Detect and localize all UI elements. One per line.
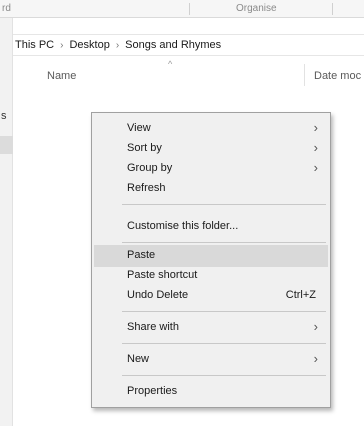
- ribbon-group-fragment: rd: [2, 3, 11, 14]
- address-bar[interactable]: This PC › Desktop › Songs and Rhymes: [13, 34, 364, 56]
- navigation-pane: s: [0, 18, 13, 426]
- menu-item-view[interactable]: View ›: [94, 118, 328, 140]
- menu-separator: [122, 311, 326, 312]
- menu-item-customise-folder[interactable]: Customise this folder...: [94, 216, 328, 238]
- ribbon-divider: [332, 3, 333, 15]
- menu-item-undo-delete[interactable]: Undo Delete Ctrl+Z: [94, 285, 328, 307]
- menu-item-label: Sort by: [127, 142, 162, 154]
- column-header-row: Name ^ Date moc: [13, 58, 364, 88]
- ribbon-divider: [189, 3, 190, 15]
- breadcrumb-chevron-icon[interactable]: ›: [60, 40, 63, 51]
- file-explorer-window: rd Organise s This PC › Desktop › Songs …: [0, 0, 364, 426]
- nav-pane-fragment: s: [1, 110, 7, 122]
- menu-item-group-by[interactable]: Group by ›: [94, 158, 328, 180]
- submenu-arrow-icon: ›: [313, 160, 318, 175]
- menu-item-sort-by[interactable]: Sort by ›: [94, 138, 328, 160]
- menu-item-label: Paste shortcut: [127, 269, 198, 281]
- sort-ascending-icon: ^: [168, 59, 173, 69]
- context-menu: View › Sort by › Group by › Refresh Cust…: [91, 112, 331, 408]
- menu-item-label: Refresh: [127, 182, 166, 194]
- menu-item-label: Customise this folder...: [127, 220, 239, 232]
- submenu-arrow-icon: ›: [313, 120, 318, 135]
- menu-item-share-with[interactable]: Share with ›: [94, 317, 328, 339]
- ribbon-strip: rd Organise: [0, 0, 364, 18]
- menu-item-label: Paste: [127, 249, 156, 261]
- menu-item-paste[interactable]: Paste: [94, 245, 328, 267]
- submenu-arrow-icon: ›: [313, 319, 318, 334]
- menu-item-label: New: [127, 353, 150, 365]
- menu-item-properties[interactable]: Properties: [94, 381, 328, 403]
- menu-separator: [122, 343, 326, 344]
- column-header-date-modified[interactable]: Date moc: [314, 70, 361, 82]
- menu-item-paste-shortcut[interactable]: Paste shortcut: [94, 265, 328, 287]
- menu-item-label: Group by: [127, 162, 173, 174]
- menu-item-shortcut: Ctrl+Z: [285, 289, 316, 301]
- breadcrumb-this-pc[interactable]: This PC: [15, 39, 54, 51]
- menu-separator: [122, 242, 326, 243]
- column-divider[interactable]: [304, 64, 305, 86]
- breadcrumb-desktop[interactable]: Desktop: [69, 39, 109, 51]
- menu-item-refresh[interactable]: Refresh: [94, 178, 328, 200]
- nav-pane-selected-item[interactable]: [0, 136, 13, 154]
- ribbon-group-organise: Organise: [236, 3, 277, 14]
- breadcrumb-songs-and-rhymes[interactable]: Songs and Rhymes: [125, 39, 221, 51]
- column-header-name[interactable]: Name: [47, 70, 76, 82]
- menu-separator: [122, 204, 326, 205]
- menu-item-new[interactable]: New ›: [94, 349, 328, 371]
- menu-separator: [122, 375, 326, 376]
- breadcrumb-chevron-icon[interactable]: ›: [116, 40, 119, 51]
- menu-item-label: Properties: [127, 385, 178, 397]
- submenu-arrow-icon: ›: [313, 140, 318, 155]
- menu-item-label: View: [127, 122, 151, 134]
- menu-item-label: Undo Delete: [127, 289, 189, 301]
- submenu-arrow-icon: ›: [313, 351, 318, 366]
- menu-item-label: Share with: [127, 321, 179, 333]
